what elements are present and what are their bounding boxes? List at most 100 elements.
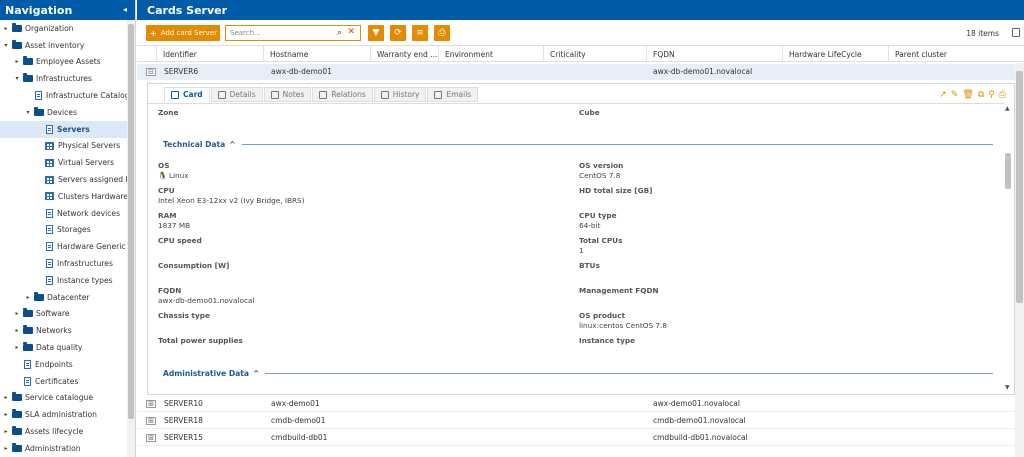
nav-item[interactable]: Servers assigned IPs — [0, 171, 128, 188]
nav-item[interactable]: Infrastructure Catalog... — [0, 87, 128, 104]
expand-row-icon[interactable]: ⊞ — [146, 416, 156, 425]
nav-item[interactable]: ▾ Infrastructures — [0, 70, 128, 87]
nav-item[interactable]: ▸ Software — [0, 306, 128, 323]
nav-item[interactable]: ▸ Organization — [0, 20, 128, 37]
nav-item[interactable]: Clusters Hardware — [0, 188, 128, 205]
chevron-left-icon[interactable]: ◂ — [123, 5, 127, 14]
column-header[interactable]: Parent cluster — [889, 46, 1024, 61]
class-icon — [46, 242, 53, 252]
nav-item[interactable]: Network devices — [0, 205, 128, 222]
nav-item[interactable]: Infrastructures — [0, 255, 128, 272]
tab-relations[interactable]: Relations — [312, 87, 373, 102]
refresh-button[interactable]: ⟳ — [390, 25, 406, 41]
card-body: Zone Cube Technical Data ^ OS 🐧 Linux OS versi… — [148, 103, 1004, 393]
clear-search-icon[interactable]: ✕ — [347, 27, 355, 37]
nav-item[interactable]: ▸ Administration — [0, 440, 128, 457]
tab-details[interactable]: Details — [210, 87, 263, 102]
add-card-button[interactable]: + Add card Server — [146, 25, 220, 41]
table-row[interactable]: ⊟ SERVER6 awx-db-demo01 awx-db-demo01.noval… — [137, 64, 1015, 80]
collapse-section-icon[interactable]: ^ — [229, 140, 235, 149]
nav-item[interactable]: Storages — [0, 222, 128, 239]
expanded-caret-icon[interactable]: ▾ — [24, 109, 32, 116]
expand-row-icon[interactable]: ⊞ — [146, 433, 156, 442]
collapsed-caret-icon[interactable]: ▸ — [2, 428, 10, 435]
tab-history[interactable]: History — [373, 87, 427, 102]
tab-emails[interactable]: Emails — [427, 87, 479, 102]
tab-label: History — [392, 90, 420, 99]
column-header[interactable]: Hardware LifeCycle — [783, 46, 889, 61]
collapsed-caret-icon[interactable]: ▸ — [2, 411, 10, 418]
nav-item[interactable]: ▾ Devices — [0, 104, 128, 121]
grid-scrollbar[interactable] — [1015, 63, 1024, 457]
collapse-section-icon[interactable]: ^ — [253, 369, 259, 378]
collapsed-caret-icon[interactable]: ▸ — [2, 25, 10, 32]
nav-item[interactable]: ▸ Employee Assets — [0, 54, 128, 71]
clone-icon[interactable]: ⧉ — [978, 90, 984, 100]
tab-card[interactable]: Card — [164, 87, 210, 102]
collapsed-caret-icon[interactable]: ▸ — [24, 294, 32, 301]
details-tab-icon — [217, 90, 226, 99]
collapse-row-icon[interactable]: ⊟ — [146, 67, 156, 76]
nav-item[interactable]: Certificates — [0, 373, 128, 390]
expand-row-icon[interactable]: ⊞ — [146, 399, 156, 408]
table-row[interactable]: ⊞ SERVER10 awx-demo01 awx-demo01.novalocal — [137, 396, 1015, 412]
column-header[interactable]: FQDN — [647, 46, 783, 61]
open-external-icon[interactable]: ↗ — [939, 90, 947, 100]
nav-item-label: Asset inventory — [25, 40, 85, 50]
field-value: Intel Xeon E3-12xx v2 (Ivy Bridge, IBRS) — [158, 196, 305, 205]
nav-item[interactable]: Endpoints — [0, 356, 128, 373]
edit-icon[interactable]: ✎ — [951, 90, 959, 100]
collapsed-caret-icon[interactable]: ▸ — [13, 310, 21, 317]
card-scrollbar[interactable]: ▲ ▼ — [1004, 103, 1012, 393]
collapsed-caret-icon[interactable]: ▸ — [13, 58, 21, 65]
technical-data-section[interactable]: Technical Data ^ — [163, 140, 993, 149]
relation-graph-icon[interactable]: ⚲ — [988, 90, 995, 100]
navigation-title: Navigation — [5, 4, 73, 17]
card-scrollbar-thumb[interactable] — [1005, 153, 1011, 189]
nav-item[interactable]: ▾ Asset inventory — [0, 37, 128, 54]
nav-item[interactable]: Servers — [0, 120, 128, 138]
column-header[interactable]: Hostname — [264, 46, 371, 61]
table-row[interactable]: ⊞ SERVER15 cmdbuild-db01 cmdbuild-db01.nova… — [137, 430, 1015, 446]
print-card-icon[interactable]: ⎙ — [999, 90, 1006, 100]
column-header[interactable]: Criticality — [544, 46, 647, 61]
nav-item-label: Administration — [25, 443, 81, 453]
nav-item[interactable]: ▸ Assets lifecycle — [0, 423, 128, 440]
filter-button[interactable]: ▼ — [368, 25, 384, 41]
nav-item[interactable]: Hardware Generic — [0, 238, 128, 255]
nav-item[interactable]: Physical Servers — [0, 138, 128, 155]
delete-icon[interactable]: 🗑 — [962, 90, 973, 100]
table-row[interactable]: ⊞ SERVER18 cmdb-demo01 cmdb-demo01.novaloca… — [137, 413, 1015, 429]
expanded-caret-icon[interactable]: ▾ — [2, 42, 10, 49]
nav-item[interactable]: ▸ Datacenter — [0, 289, 128, 306]
search-icon[interactable]: ⌕ — [337, 28, 342, 38]
scroll-up-icon[interactable]: ▲ — [1005, 105, 1010, 112]
scroll-down-icon[interactable]: ▼ — [1005, 384, 1010, 391]
collapsed-caret-icon[interactable]: ▸ — [2, 394, 10, 401]
collapsed-caret-icon[interactable]: ▸ — [2, 445, 10, 452]
main-panel: Cards Server + Add card Server ⌕ ✕ ▼ ⟳ ≡… — [137, 0, 1024, 457]
print-button[interactable]: ⎙ — [434, 25, 450, 41]
collapsed-caret-icon[interactable]: ▸ — [13, 344, 21, 351]
nav-item[interactable]: ▸ SLA administration — [0, 406, 128, 423]
search-input[interactable] — [230, 29, 326, 37]
collapsed-caret-icon[interactable]: ▸ — [13, 327, 21, 334]
nav-item[interactable]: ▸ Service catalogue — [0, 390, 128, 407]
nav-item[interactable]: ▸ Data quality — [0, 339, 128, 356]
tab-notes[interactable]: Notes — [263, 87, 312, 102]
column-header[interactable]: Environment — [439, 46, 544, 61]
navigation-scrollbar-thumb[interactable] — [128, 24, 134, 419]
expanded-caret-icon[interactable]: ▾ — [13, 75, 21, 82]
administrative-data-section[interactable]: Administrative Data ^ — [163, 369, 993, 378]
technical-data-section-title: Technical Data ^ — [163, 140, 242, 149]
nav-item[interactable]: ▸ Networks — [0, 322, 128, 339]
navigation-scrollbar[interactable] — [127, 20, 135, 457]
column-header[interactable]: Warranty end ... — [371, 46, 439, 61]
nav-item[interactable]: Instance types — [0, 272, 128, 289]
nav-item[interactable]: Virtual Servers — [0, 154, 128, 171]
grid-scrollbar-thumb[interactable] — [1016, 71, 1023, 303]
field-label: Total CPUs — [579, 236, 623, 245]
column-header[interactable]: Identifier — [157, 46, 264, 61]
menu-button[interactable]: ≡ — [412, 25, 428, 41]
export-icon[interactable] — [1012, 28, 1020, 37]
